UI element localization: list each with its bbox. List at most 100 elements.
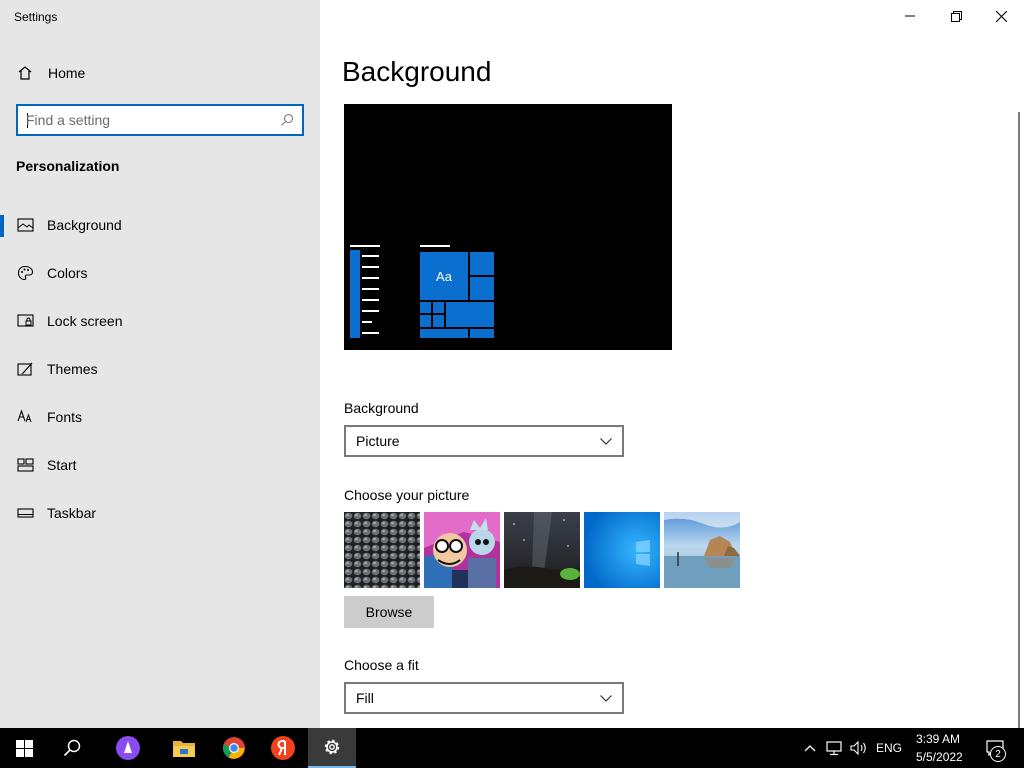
- clock-date[interactable]: 5/5/2022: [916, 750, 963, 764]
- preview-start-strip: [350, 250, 360, 338]
- themes-icon: [17, 362, 33, 376]
- sidebar-item-fonts[interactable]: Fonts: [0, 397, 320, 437]
- sidebar-item-label: Colors: [47, 265, 88, 281]
- preview-tile: [420, 302, 431, 313]
- preview-tile: [470, 252, 494, 275]
- sidebar-item-themes[interactable]: Themes: [0, 349, 320, 389]
- palette-icon: [17, 265, 34, 281]
- preview-list-line: [362, 288, 379, 290]
- taskbar-icon: [17, 508, 34, 518]
- taskbar-settings-button[interactable]: [308, 728, 356, 768]
- network-icon: [826, 741, 842, 756]
- sidebar-item-label: Fonts: [47, 409, 83, 425]
- background-dropdown[interactable]: Picture: [344, 425, 624, 457]
- folder-icon: [173, 741, 195, 757]
- search-icon: [63, 739, 81, 757]
- sidebar-item-taskbar[interactable]: Taskbar: [0, 493, 320, 533]
- search-box[interactable]: [16, 104, 304, 136]
- gear-icon: [324, 739, 340, 755]
- show-hidden-icons-button[interactable]: [800, 728, 820, 768]
- preview-list-line: [362, 255, 379, 257]
- preview-list-line: [362, 321, 372, 323]
- sidebar-item-start[interactable]: Start: [0, 445, 320, 485]
- taskbar-chrome-button[interactable]: [210, 728, 258, 768]
- taskbar-alice-button[interactable]: [104, 728, 152, 768]
- preview-tile: [446, 302, 494, 327]
- browse-button[interactable]: Browse: [344, 596, 434, 628]
- taskbar-file-explorer-button[interactable]: [160, 728, 208, 768]
- night-sky-picture: [504, 512, 580, 588]
- sidebar-item-colors[interactable]: Colors: [0, 253, 320, 293]
- yandex-browser-icon: [271, 736, 295, 760]
- clock-time[interactable]: 3:39 AM: [916, 732, 960, 746]
- action-center-button[interactable]: 2: [978, 728, 1012, 768]
- minimize-icon: [905, 15, 915, 17]
- close-icon: [995, 10, 1007, 22]
- sidebar-item-background[interactable]: Background: [0, 205, 320, 245]
- start-button[interactable]: [0, 728, 48, 768]
- preview-tile: [433, 315, 444, 327]
- close-button[interactable]: [978, 0, 1024, 32]
- cartoon-picture: [424, 512, 500, 588]
- start-icon: [17, 458, 34, 472]
- preview-sample-tile: Aa: [420, 252, 468, 300]
- picture-icon: [17, 218, 34, 232]
- preview-tile: [470, 277, 494, 300]
- preview-tile: [420, 329, 468, 338]
- background-preview: Aa: [344, 104, 672, 350]
- sidebar-item-lock-screen[interactable]: Lock screen: [0, 301, 320, 341]
- volume-icon: [850, 740, 866, 756]
- sidebar-item-label: Background: [47, 217, 122, 233]
- picture-thumbnail-beach[interactable]: [664, 512, 740, 588]
- taskbar-yandex-button[interactable]: [259, 728, 307, 768]
- picture-thumbnail-windows[interactable]: [584, 512, 660, 588]
- chrome-icon: [222, 737, 245, 759]
- language-indicator[interactable]: ENG: [876, 741, 902, 755]
- picture-thumbnail-cartoon[interactable]: [424, 512, 500, 588]
- sidebar-item-label: Start: [47, 457, 77, 473]
- section-title: Personalization: [16, 158, 120, 174]
- preview-tiles-line: [420, 245, 450, 247]
- window-title: Settings: [14, 10, 58, 24]
- preview-list-line: [362, 266, 379, 268]
- restore-button[interactable]: [933, 0, 979, 32]
- taskbar-search-button[interactable]: [48, 728, 96, 768]
- choose-picture-label: Choose your picture: [344, 487, 470, 503]
- page-title: Background: [342, 56, 492, 87]
- fonts-icon: [17, 409, 32, 423]
- sidebar-item-label: Taskbar: [47, 505, 97, 521]
- sidebar-item-label: Lock screen: [47, 313, 123, 329]
- lock-screen-icon: [17, 314, 34, 327]
- volume-button[interactable]: [848, 728, 870, 768]
- preview-tile: [433, 302, 444, 313]
- fit-label: Choose a fit: [344, 657, 419, 673]
- network-button[interactable]: [824, 728, 846, 768]
- chevron-down-icon: [600, 438, 612, 445]
- background-dropdown-value: Picture: [356, 433, 400, 449]
- preview-tile: [420, 315, 431, 327]
- search-icon[interactable]: [280, 113, 294, 127]
- picture-thumbnail-night-sky[interactable]: [504, 512, 580, 588]
- picture-thumbnail-pebbles[interactable]: [344, 512, 420, 588]
- preview-list-line: [362, 299, 379, 301]
- search-input[interactable]: [26, 106, 276, 134]
- sidebar-item-label: Themes: [47, 361, 98, 377]
- preview-tile: [470, 329, 494, 338]
- pebbles-picture: [344, 512, 420, 588]
- preview-list-line: [362, 277, 379, 279]
- sidebar: Settings Home Personalization Background…: [0, 0, 320, 728]
- alice-assistant-icon: [116, 736, 140, 760]
- scrollbar[interactable]: [1018, 112, 1020, 728]
- preview-list-line: [362, 332, 379, 334]
- taskbar: ENG 3:39 AM 5/5/2022 2: [0, 728, 1024, 768]
- chevron-down-icon: [600, 695, 612, 702]
- nav-home[interactable]: Home: [0, 58, 320, 88]
- preview-start-line: [350, 245, 380, 247]
- windows-logo-icon: [15, 739, 33, 757]
- background-label: Background: [344, 400, 419, 416]
- home-icon: [18, 66, 32, 80]
- fit-dropdown[interactable]: Fill: [344, 682, 624, 714]
- minimize-button[interactable]: [887, 0, 933, 32]
- windows-light-picture: [584, 512, 660, 588]
- preview-list-line: [362, 310, 379, 312]
